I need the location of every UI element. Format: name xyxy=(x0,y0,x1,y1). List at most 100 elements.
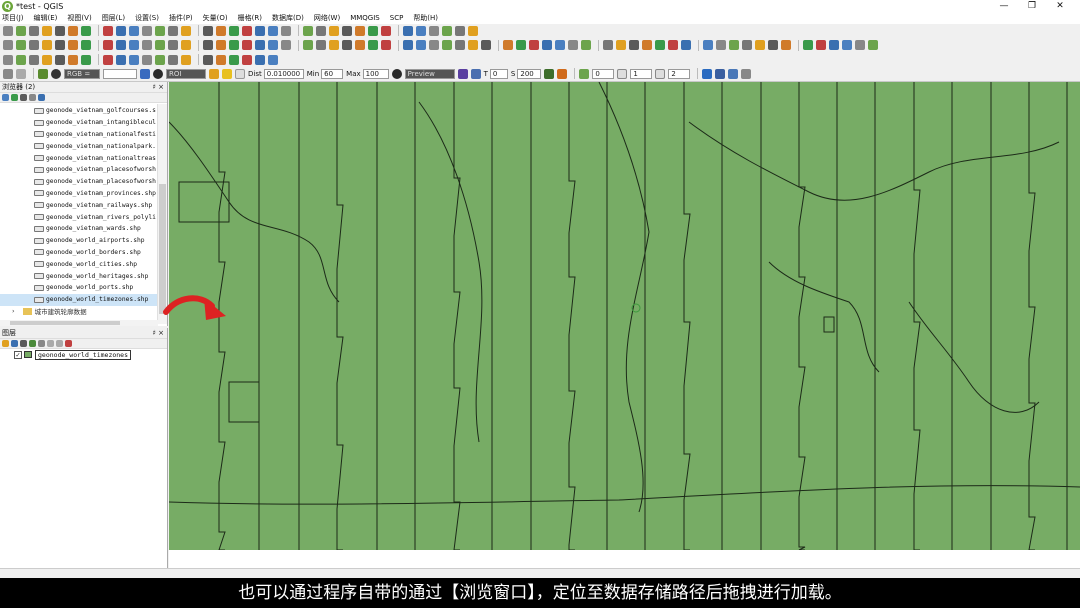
add-layer-icon[interactable] xyxy=(2,94,9,101)
star-icon[interactable] xyxy=(702,68,713,79)
edit-tool-icon[interactable] xyxy=(803,40,813,50)
edit-tool-icon[interactable] xyxy=(303,40,313,50)
edit-tool-icon[interactable] xyxy=(468,40,478,50)
menu-edit[interactable]: 编辑(E) xyxy=(34,13,58,24)
project-tool-icon[interactable] xyxy=(155,25,165,36)
edit-tool-icon[interactable] xyxy=(668,40,678,50)
add-group-icon[interactable] xyxy=(11,340,18,347)
edit-tool-icon[interactable] xyxy=(603,40,613,50)
browser-item[interactable]: geonode_world_cities.shp xyxy=(0,258,167,270)
project-tool-icon[interactable] xyxy=(429,25,439,36)
edit-tool-icon[interactable] xyxy=(55,40,65,50)
edit-tool-icon[interactable] xyxy=(381,40,391,50)
edit-tool-icon[interactable] xyxy=(403,40,413,50)
project-tool-icon[interactable] xyxy=(329,25,339,36)
project-tool-icon[interactable] xyxy=(242,25,252,36)
edit-tool-icon[interactable] xyxy=(516,40,526,50)
browser-horizontal-scrollbar[interactable] xyxy=(0,320,158,326)
browser-item[interactable]: geonode_world_airports.shp xyxy=(0,235,167,247)
advanced-tool-icon[interactable] xyxy=(55,54,65,65)
project-tool-icon[interactable] xyxy=(168,25,178,36)
edit-tool-icon[interactable] xyxy=(616,40,626,50)
menu-plugins[interactable]: 插件(P) xyxy=(169,13,193,24)
edit-tool-icon[interactable] xyxy=(503,40,513,50)
menu-raster[interactable]: 栅格(R) xyxy=(238,13,262,24)
project-tool-icon[interactable] xyxy=(255,25,265,36)
edit-tool-icon[interactable] xyxy=(455,40,465,50)
edit-tool-icon[interactable] xyxy=(42,40,52,50)
project-tool-icon[interactable] xyxy=(181,25,191,36)
edit-tool-icon[interactable] xyxy=(542,40,552,50)
project-tool-icon[interactable] xyxy=(55,25,65,36)
edit-tool-icon[interactable] xyxy=(316,40,326,50)
advanced-tool-icon[interactable] xyxy=(229,54,239,65)
project-tool-icon[interactable] xyxy=(68,25,78,36)
project-tool-icon[interactable] xyxy=(316,25,326,36)
project-tool-icon[interactable] xyxy=(442,25,452,36)
project-tool-icon[interactable] xyxy=(103,25,113,36)
project-tool-icon[interactable] xyxy=(355,25,365,36)
edit-tool-icon[interactable] xyxy=(342,40,352,50)
edit-tool-icon[interactable] xyxy=(329,40,339,50)
edit-tool-icon[interactable] xyxy=(181,40,191,50)
edit-tool-icon[interactable] xyxy=(816,40,826,50)
roi-pointer-icon[interactable] xyxy=(140,68,150,79)
project-tool-icon[interactable] xyxy=(342,25,352,36)
band-input-0[interactable]: 0 xyxy=(592,68,615,79)
advanced-tool-icon[interactable] xyxy=(42,54,52,65)
edit-tool-icon[interactable] xyxy=(442,40,452,50)
menu-database[interactable]: 数据库(D) xyxy=(272,13,304,24)
edit-tool-icon[interactable] xyxy=(729,40,739,50)
advanced-tool-icon[interactable] xyxy=(81,54,91,65)
edit-tool-icon[interactable] xyxy=(703,40,713,50)
advanced-tool-icon[interactable] xyxy=(268,54,278,65)
project-tool-icon[interactable] xyxy=(268,25,278,36)
edit-tool-icon[interactable] xyxy=(829,40,839,50)
edit-tool-icon[interactable] xyxy=(842,40,852,50)
project-tool-icon[interactable] xyxy=(16,25,26,36)
edit-tool-icon[interactable] xyxy=(103,40,113,50)
browser-item[interactable]: geonode_vietnam_intangiblecul xyxy=(0,117,167,129)
project-tool-icon[interactable] xyxy=(368,25,378,36)
browser-item[interactable]: geonode_vietnam_rivers_polyli xyxy=(0,211,167,223)
browser-item[interactable]: geonode_vietnam_placesofworsh xyxy=(0,164,167,176)
layer-symbol-swatch[interactable] xyxy=(24,351,32,358)
project-tool-icon[interactable] xyxy=(42,25,52,36)
minimize-button[interactable]: — xyxy=(990,0,1018,13)
remove-layer-icon[interactable] xyxy=(65,340,72,347)
project-tool-icon[interactable] xyxy=(381,25,391,36)
project-tool-icon[interactable] xyxy=(468,25,478,36)
edit-tool-icon[interactable] xyxy=(255,40,265,50)
edit-tool-icon[interactable] xyxy=(268,40,278,50)
edit-tool-icon[interactable] xyxy=(755,40,765,50)
edit-tool-icon[interactable] xyxy=(768,40,778,50)
band-input-1[interactable]: 1 xyxy=(630,68,653,79)
project-tool-icon[interactable] xyxy=(129,25,139,36)
edit-tool-icon[interactable] xyxy=(742,40,752,50)
advanced-tool-icon[interactable] xyxy=(155,54,165,65)
project-tool-icon[interactable] xyxy=(216,25,226,36)
t-input[interactable]: 0 xyxy=(489,68,508,79)
collapse-icon[interactable] xyxy=(29,94,36,101)
edit-tool-icon[interactable] xyxy=(716,40,726,50)
edit-tool-icon[interactable] xyxy=(781,40,791,50)
menu-help[interactable]: 帮助(H) xyxy=(413,13,438,24)
browser-item[interactable]: geonode_vietnam_railways.shp xyxy=(0,199,167,211)
edit-tool-icon[interactable] xyxy=(368,40,378,50)
edit-tool-icon[interactable] xyxy=(116,40,126,50)
edit-tool-icon[interactable] xyxy=(355,40,365,50)
edit-tool-icon[interactable] xyxy=(529,40,539,50)
edit-tool-icon[interactable] xyxy=(129,40,139,50)
band-set-icon[interactable] xyxy=(38,68,48,79)
advanced-tool-icon[interactable] xyxy=(216,54,226,65)
filter-legend-icon[interactable] xyxy=(29,340,36,347)
layer-visibility-checkbox[interactable]: ✓ xyxy=(14,350,22,359)
edit-tool-icon[interactable] xyxy=(229,40,239,50)
project-tool-icon[interactable] xyxy=(229,25,239,36)
map-canvas[interactable] xyxy=(169,82,1080,550)
band-input-2[interactable]: 2 xyxy=(668,68,691,79)
band-set-icon-3[interactable] xyxy=(655,68,666,79)
refresh-icon[interactable] xyxy=(11,94,18,101)
advanced-tool-icon[interactable] xyxy=(242,54,252,65)
browser-item[interactable]: geonode_world_heritages.shp xyxy=(0,270,167,282)
